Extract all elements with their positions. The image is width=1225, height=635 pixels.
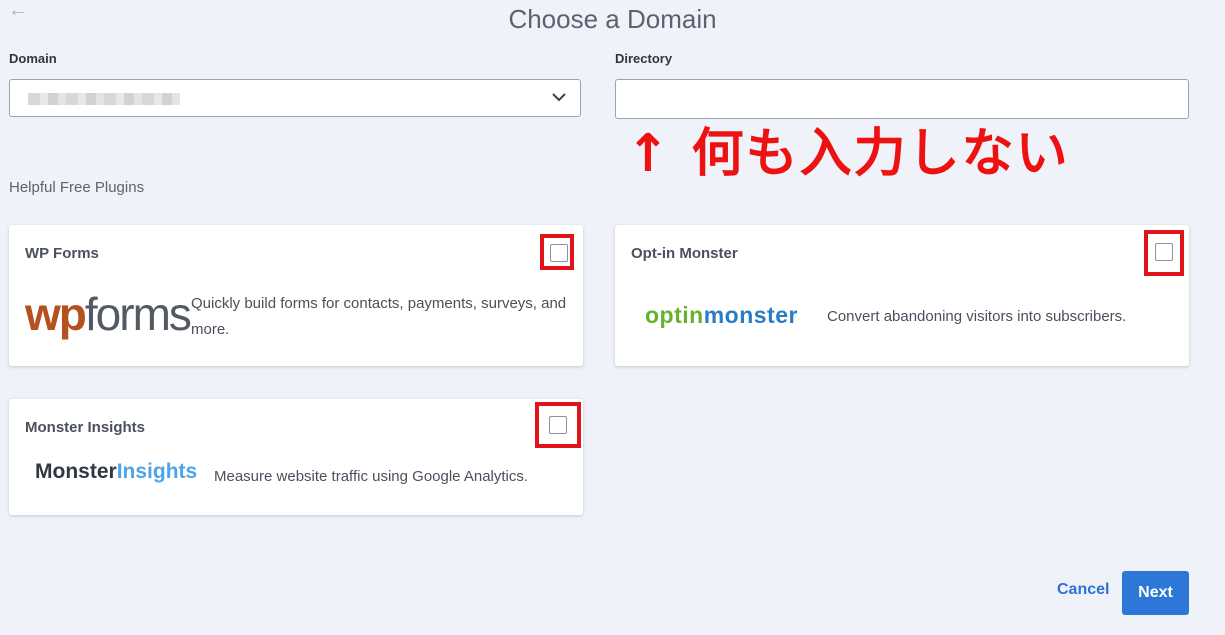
plugin-card-monsterinsights: Monster Insights MonsterInsights Measure… <box>9 399 583 515</box>
plugin-description: Convert abandoning visitors into subscri… <box>827 308 1127 325</box>
page-title: Choose a Domain <box>508 4 717 34</box>
plugins-section-label: Helpful Free Plugins <box>9 179 145 196</box>
domain-label: Domain <box>9 51 57 66</box>
chevron-down-icon <box>552 93 566 102</box>
plugin-checkbox-optinmonster[interactable] <box>1155 243 1173 261</box>
monsterinsights-logo: MonsterInsights <box>35 460 198 483</box>
wpforms-logo: wpforms <box>25 288 192 340</box>
cancel-button[interactable]: Cancel <box>1051 580 1115 600</box>
plugin-title: Opt-in Monster <box>631 245 738 262</box>
checkbox-highlight <box>535 402 581 448</box>
domain-select[interactable] <box>9 79 581 117</box>
next-button[interactable]: Next <box>1122 571 1189 615</box>
plugin-checkbox-monsterinsights[interactable] <box>549 416 567 434</box>
plugin-title: WP Forms <box>25 245 99 262</box>
plugin-checkbox-wpforms[interactable] <box>550 244 568 262</box>
plugin-card-wpforms: WP Forms wpforms Quickly build forms for… <box>9 225 583 366</box>
directory-label: Directory <box>615 51 673 66</box>
plugin-description: Measure website traffic using Google Ana… <box>214 468 529 485</box>
annotation-text: ↑ 何も入力しない <box>626 124 1070 184</box>
domain-value <box>10 80 205 118</box>
checkbox-highlight <box>1144 230 1184 276</box>
checkbox-highlight <box>540 234 574 270</box>
plugin-card-optinmonster: Opt-in Monster optinmonster Convert aban… <box>615 225 1189 366</box>
plugin-description: Quickly build forms for contacts, paymen… <box>191 295 567 338</box>
directory-input[interactable] <box>615 79 1189 119</box>
plugin-title: Monster Insights <box>25 419 146 436</box>
optinmonster-logo: optinmonster <box>645 302 798 328</box>
